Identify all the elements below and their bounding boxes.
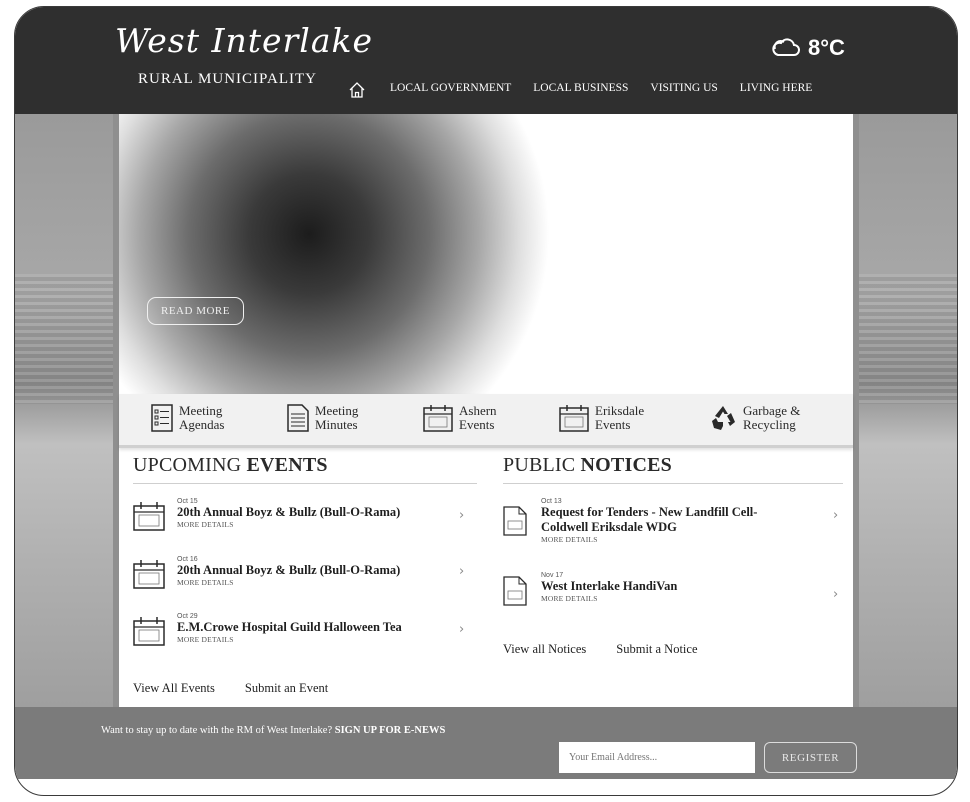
chevron-right-icon[interactable]: › (833, 508, 838, 523)
calendar-icon (133, 617, 165, 646)
notice-item[interactable]: Nov 17 West Interlake HandiVan MORE DETA… (503, 572, 843, 606)
quick-link-label-line1: Eriksdale (595, 403, 645, 418)
site-logo-subtitle: RURAL MUNICIPALITY (138, 71, 317, 87)
view-all-events-link[interactable]: View All Events (133, 681, 215, 696)
quick-link-label-line1: Garbage & (743, 403, 801, 418)
calendar-icon (133, 560, 165, 589)
event-item[interactable]: Oct 15 20th Annual Boyz & Bullz (Bull-O-… (133, 498, 477, 531)
event-item[interactable]: Oct 16 20th Annual Boyz & Bullz (Bull-O-… (133, 556, 477, 589)
newsletter-bar: Want to stay up to date with the RM of W… (15, 707, 957, 779)
quick-links-bar: Meeting Agendas Meeting Minutes Ashern E… (119, 394, 853, 448)
quick-link-label-line1: Meeting (179, 403, 223, 418)
notice-title[interactable]: Request for Tenders - New Landfill Cell- (541, 505, 757, 520)
quick-link-label-line2: Minutes (315, 417, 358, 432)
quick-link-label-line1: Ashern (459, 403, 497, 418)
weather-widget: 8°C (770, 35, 845, 61)
notice-title[interactable]: West Interlake HandiVan (541, 579, 677, 594)
submit-event-link[interactable]: Submit an Event (245, 681, 328, 696)
quick-link-meeting-agendas[interactable]: Meeting Agendas (151, 404, 225, 432)
notice-date: Nov 17 (541, 572, 564, 579)
view-all-notices-link[interactable]: View all Notices (503, 642, 586, 657)
site-header: West Interlake RURAL MUNICIPALITY LOCAL … (15, 7, 957, 114)
upcoming-events-section: UPCOMING EVENTS Oct 15 20th Annual Boyz … (133, 454, 477, 699)
event-more-details[interactable]: MORE DETAILS (177, 578, 400, 587)
chevron-right-icon[interactable]: › (459, 564, 464, 579)
event-title[interactable]: 20th Annual Boyz & Bullz (Bull-O-Rama) (177, 505, 400, 520)
notices-footer-links: View all Notices Submit a Notice (503, 642, 698, 657)
calendar-icon (559, 405, 589, 432)
notice-more-details[interactable]: MORE DETAILS (541, 594, 677, 603)
event-more-details[interactable]: MORE DETAILS (177, 635, 402, 644)
notice-title-line2[interactable]: Coldwell Eriksdale WDG (541, 520, 757, 535)
quick-link-label-line1: Meeting (315, 403, 359, 418)
event-date: Oct 16 (177, 556, 198, 563)
document-icon (503, 576, 527, 606)
read-more-button[interactable]: READ MORE (147, 297, 244, 325)
quick-link-label-line2: Agendas (179, 417, 225, 432)
public-notices-heading: PUBLIC NOTICES (503, 454, 843, 484)
main-content: READ MORE Meeting Agendas Meeting Minute… (113, 114, 859, 714)
event-item[interactable]: Oct 29 E.M.Crowe Hospital Guild Hallowee… (133, 613, 477, 646)
calendar-icon (423, 405, 453, 432)
nav-local-government[interactable]: LOCAL GOVERNMENT (390, 82, 511, 94)
agenda-list-icon (151, 404, 173, 432)
nav-living-here[interactable]: LIVING HERE (740, 82, 813, 94)
weather-temperature: 8°C (808, 35, 845, 60)
event-title[interactable]: E.M.Crowe Hospital Guild Halloween Tea (177, 620, 402, 635)
quick-link-label-line2: Events (459, 417, 495, 432)
upcoming-events-heading: UPCOMING EVENTS (133, 454, 477, 484)
quick-link-meeting-minutes[interactable]: Meeting Minutes (287, 404, 358, 432)
chevron-right-icon[interactable]: › (459, 508, 464, 523)
quick-link-label-line2: Events (595, 417, 631, 432)
calendar-icon (133, 502, 165, 531)
document-icon (287, 404, 309, 432)
quick-link-ashern-events[interactable]: Ashern Events (423, 404, 497, 432)
site-logo[interactable]: West Interlake (115, 21, 373, 60)
public-notices-section: PUBLIC NOTICES Oct 13 Request for Tender… (503, 454, 843, 657)
notice-date: Oct 13 (541, 498, 562, 505)
quick-link-eriksdale-events[interactable]: Eriksdale Events (559, 404, 644, 432)
events-footer-links: View All Events Submit an Event (133, 681, 328, 696)
quick-link-garbage-recycling[interactable]: Garbage & Recycling (709, 404, 800, 432)
home-icon[interactable] (348, 81, 366, 99)
event-date: Oct 29 (177, 613, 198, 620)
event-date: Oct 15 (177, 498, 198, 505)
recycle-icon (712, 406, 735, 430)
main-nav: LOCAL GOVERNMENT LOCAL BUSINESS VISITING… (390, 82, 812, 94)
browser-frame: West Interlake RURAL MUNICIPALITY LOCAL … (14, 6, 958, 796)
nav-visiting-us[interactable]: VISITING US (650, 82, 717, 94)
newsletter-signup-cta[interactable]: SIGN UP FOR E-NEWS (335, 725, 446, 736)
register-button[interactable]: REGISTER (764, 742, 857, 773)
submit-notice-link[interactable]: Submit a Notice (616, 642, 697, 657)
chevron-right-icon[interactable]: › (833, 587, 838, 602)
event-title[interactable]: 20th Annual Boyz & Bullz (Bull-O-Rama) (177, 563, 400, 578)
notice-more-details[interactable]: MORE DETAILS (541, 535, 757, 544)
nav-local-business[interactable]: LOCAL BUSINESS (533, 82, 628, 94)
email-input[interactable] (559, 742, 755, 773)
notice-item[interactable]: Oct 13 Request for Tenders - New Landfil… (503, 498, 843, 544)
newsletter-prompt: Want to stay up to date with the RM of W… (101, 725, 446, 736)
quick-link-label-line2: Recycling (743, 417, 796, 432)
document-icon (503, 506, 527, 536)
event-more-details[interactable]: MORE DETAILS (177, 520, 400, 529)
cloud-sun-icon (772, 38, 800, 56)
chevron-right-icon[interactable]: › (459, 622, 464, 637)
hero-banner: READ MORE (119, 114, 853, 394)
